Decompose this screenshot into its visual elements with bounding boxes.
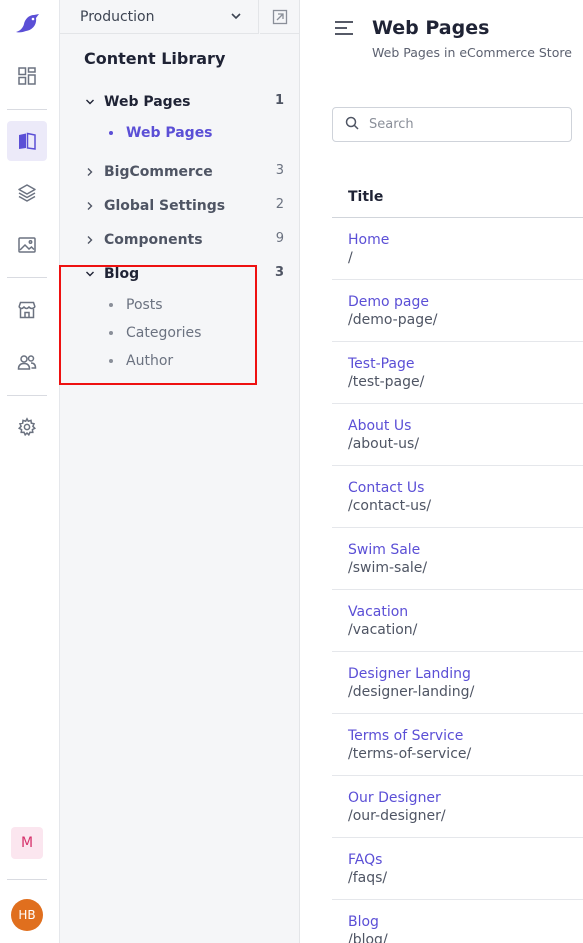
menu-icon[interactable] <box>334 20 354 40</box>
row-title-link[interactable]: Designer Landing <box>348 665 583 683</box>
chevron-down-icon <box>84 96 104 108</box>
table-row[interactable]: About Us/about-us/ <box>332 404 583 466</box>
table-row[interactable]: Test-Page/test-page/ <box>332 342 583 404</box>
chevron-right-icon <box>84 200 104 212</box>
chevron-right-icon <box>84 234 104 246</box>
row-url: /swim-sale/ <box>348 560 428 576</box>
row-url: /blog/ <box>348 932 388 943</box>
image-icon[interactable] <box>7 225 47 265</box>
row-url: /demo-page/ <box>348 312 438 328</box>
row-title-link[interactable]: Terms of Service <box>348 727 583 745</box>
sub-item-label: Web Pages <box>126 125 213 141</box>
row-title-link[interactable]: Test-Page <box>348 355 583 373</box>
row-url: /designer-landing/ <box>348 684 475 700</box>
search-input[interactable] <box>369 117 549 132</box>
open-external-button[interactable] <box>260 0 300 34</box>
row-title-link[interactable]: Home <box>348 231 583 249</box>
row-title-link[interactable]: Contact Us <box>348 479 583 497</box>
page-subtitle: Web Pages in eCommerce Store <box>372 45 572 60</box>
layers-icon[interactable] <box>7 173 47 213</box>
page-title: Web Pages <box>372 17 490 39</box>
users-icon[interactable] <box>7 342 47 382</box>
search-icon <box>345 115 359 134</box>
row-url: /vacation/ <box>348 622 418 638</box>
tree-item-components[interactable]: Components 9 <box>84 229 284 251</box>
main-panel: Web Pages Web Pages in eCommerce Store T… <box>300 0 583 943</box>
table-row[interactable]: Vacation/vacation/ <box>332 590 583 652</box>
dashboard-icon[interactable] <box>7 56 47 96</box>
store-icon[interactable] <box>7 290 47 330</box>
row-title-link[interactable]: Blog <box>348 913 583 931</box>
content-library-icon[interactable] <box>7 121 47 161</box>
row-title-link[interactable]: Swim Sale <box>348 541 583 559</box>
tree-item-web-pages[interactable]: Web Pages 1 <box>84 91 284 113</box>
bird-logo-icon[interactable] <box>7 4 47 44</box>
pages-table: Home / Demo page/demo-page/Test-Page/test-… <box>332 218 583 943</box>
workspace-badge[interactable]: M <box>11 827 43 859</box>
row-title-link[interactable]: FAQs <box>348 851 583 869</box>
environment-selector[interactable]: Production <box>60 0 259 34</box>
rail-divider <box>7 395 47 396</box>
tree-item-label: BigCommerce <box>104 164 213 180</box>
rail-divider <box>7 109 47 110</box>
row-url: /our-designer/ <box>348 808 446 824</box>
table-row[interactable]: Our Designer/our-designer/ <box>332 776 583 838</box>
table-row[interactable]: Blog/blog/ <box>332 900 583 943</box>
chevron-right-icon <box>84 166 104 178</box>
table-row[interactable]: Designer Landing/designer-landing/ <box>332 652 583 714</box>
bullet-icon <box>109 131 113 135</box>
sidebar-title: Content Library <box>84 49 226 68</box>
tree-item-label: Components <box>104 232 203 248</box>
rail-divider <box>7 277 47 278</box>
tree-item-count: 3 <box>274 265 284 280</box>
row-url: /faqs/ <box>348 870 388 886</box>
row-url: / <box>348 250 353 266</box>
row-title-link[interactable]: Demo page <box>348 293 583 311</box>
chevron-down-icon <box>226 6 246 30</box>
tree-item-label: Web Pages <box>104 94 191 110</box>
row-title-link[interactable]: About Us <box>348 417 583 435</box>
row-url: /test-page/ <box>348 374 425 390</box>
rail-divider <box>7 879 47 880</box>
tree-item-bigcommerce[interactable]: BigCommerce 3 <box>84 161 284 183</box>
sub-item-web-pages[interactable]: Web Pages <box>109 123 213 143</box>
app-window: M HB Production Content Library Web Page… <box>0 0 583 943</box>
content-library-sidebar: Production Content Library Web Pages 1 W… <box>60 0 300 943</box>
avatar[interactable]: HB <box>11 899 43 931</box>
row-url: /about-us/ <box>348 436 420 452</box>
left-rail: M HB <box>0 0 60 943</box>
search-box[interactable] <box>332 107 572 142</box>
highlight-annotation <box>59 265 257 385</box>
table-row[interactable]: Terms of Service/terms-of-service/ <box>332 714 583 776</box>
tree-item-count: 9 <box>275 231 284 246</box>
table-row[interactable]: Home / <box>332 218 583 280</box>
tree-item-count: 2 <box>275 197 284 212</box>
tree-item-count: 3 <box>275 163 284 178</box>
table-row[interactable]: FAQs/faqs/ <box>332 838 583 900</box>
table-row[interactable]: Contact Us/contact-us/ <box>332 466 583 528</box>
environment-label: Production <box>80 8 155 25</box>
row-title-link[interactable]: Our Designer <box>348 789 583 807</box>
row-url: /contact-us/ <box>348 498 432 514</box>
row-url: /terms-of-service/ <box>348 746 472 762</box>
column-header-title[interactable]: Title <box>332 176 583 218</box>
table-row[interactable]: Swim Sale/swim-sale/ <box>332 528 583 590</box>
settings-icon[interactable] <box>7 407 47 447</box>
tree-item-label: Global Settings <box>104 198 226 214</box>
table-row[interactable]: Demo page/demo-page/ <box>332 280 583 342</box>
tree-item-count: 1 <box>274 93 284 108</box>
row-title-link[interactable]: Vacation <box>348 603 583 621</box>
tree-item-global-settings[interactable]: Global Settings 2 <box>84 195 284 217</box>
